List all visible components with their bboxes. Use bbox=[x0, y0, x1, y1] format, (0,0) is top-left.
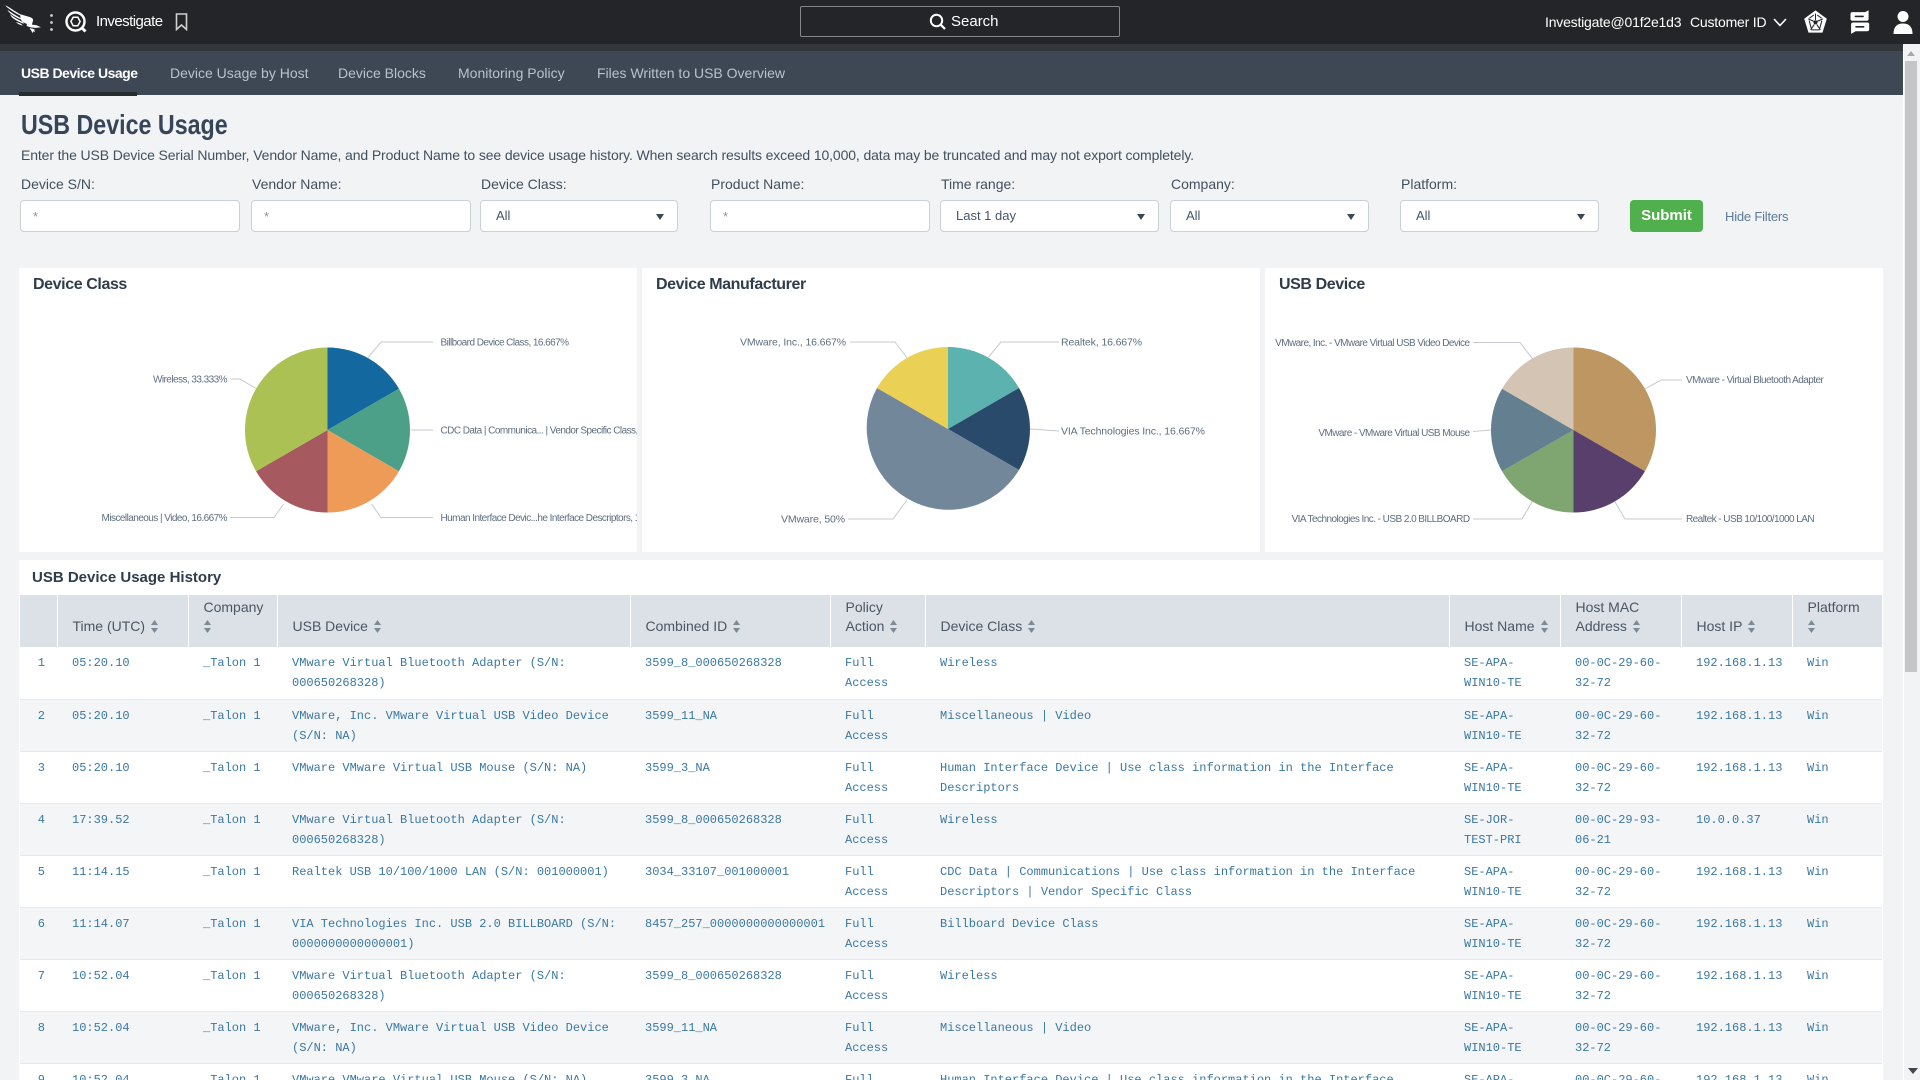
svg-text:Miscellaneous | Video, 16.667%: Miscellaneous | Video, 16.667% bbox=[102, 513, 228, 524]
svg-text:VMware, Inc. - VMware Virtual: VMware, Inc. - VMware Virtual USB Video … bbox=[1275, 338, 1470, 349]
svg-text:VIA Technologies Inc., 16.667%: VIA Technologies Inc., 16.667% bbox=[1061, 426, 1205, 438]
svg-text:CDC Data | Communica... | Vend: CDC Data | Communica... | Vendor Specifi… bbox=[441, 426, 638, 437]
svg-text:VMware, 50%: VMware, 50% bbox=[781, 514, 845, 526]
svg-text:VMware - VMware Virtual USB Mo: VMware - VMware Virtual USB Mouse bbox=[1318, 428, 1470, 439]
svg-text:VMware, Inc., 16.667%: VMware, Inc., 16.667% bbox=[740, 337, 846, 349]
svg-text:VMware - Virtual Bluetooth Ada: VMware - Virtual Bluetooth Adapter bbox=[1686, 375, 1825, 386]
svg-text:Billboard Device Class, 16.667: Billboard Device Class, 16.667% bbox=[441, 338, 570, 349]
svg-text:Realtek - USB 10/100/1000 LAN: Realtek - USB 10/100/1000 LAN bbox=[1686, 514, 1814, 525]
svg-text:Human Interface Devic...he Int: Human Interface Devic...he Interface Des… bbox=[441, 513, 638, 524]
svg-text:VIA Technologies Inc. - USB 2.: VIA Technologies Inc. - USB 2.0 BILLBOAR… bbox=[1292, 514, 1470, 525]
svg-text:Wireless, 33.333%: Wireless, 33.333% bbox=[153, 375, 228, 386]
svg-text:Realtek, 16.667%: Realtek, 16.667% bbox=[1061, 337, 1142, 349]
